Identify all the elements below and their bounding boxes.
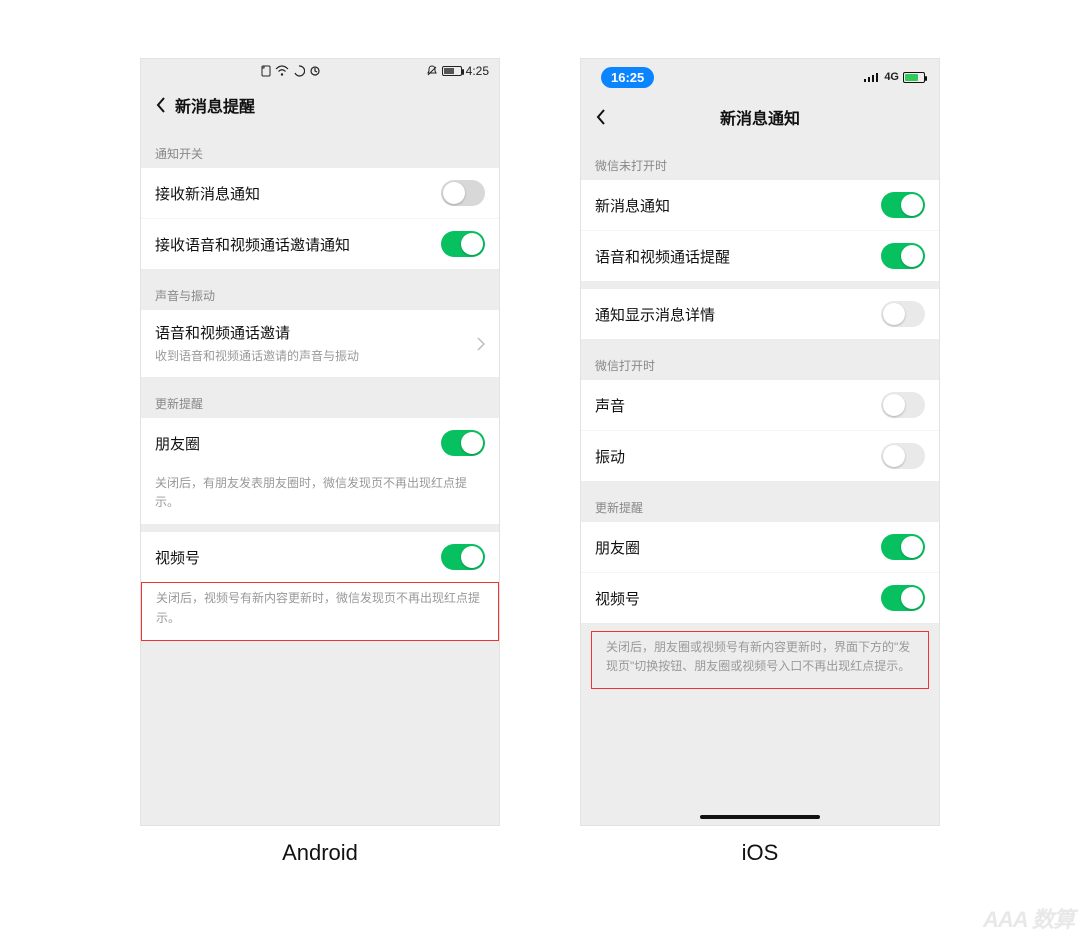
caption-ios: iOS (580, 840, 940, 866)
home-indicator (700, 815, 820, 819)
desc-moments: 关闭后，有朋友发表朋友圈时，微信发现页不再出现红点提示。 (141, 468, 499, 524)
toggle-sound[interactable] (881, 392, 925, 418)
row-label: 视频号 (595, 588, 640, 609)
dnd-icon (426, 65, 438, 77)
row-detail[interactable]: 通知显示消息详情 (581, 289, 939, 339)
android-status-left (261, 65, 321, 77)
android-status-right: 4:25 (426, 64, 489, 78)
row-vibrate[interactable]: 振动 (581, 430, 939, 481)
row-label: 语音和视频通话提醒 (595, 246, 730, 267)
row-label: 声音 (595, 395, 625, 416)
refresh-icon (309, 65, 321, 77)
row-label: 通知显示消息详情 (595, 304, 715, 325)
ios-status-right: 4G (864, 71, 925, 83)
toggle-vibrate[interactable] (881, 443, 925, 469)
sim-icon (261, 65, 271, 77)
ios-status-bar: 16:25 4G (581, 59, 939, 95)
group-update: 朋友圈 关闭后，有朋友发表朋友圈时，微信发现页不再出现红点提示。 (141, 418, 499, 524)
page-title: 新消息提醒 (175, 93, 255, 117)
desc-footer-ios: 关闭后，朋友圈或视频号有新内容更新时，界面下方的"发现页"切换按钮、朋友圈或视频… (591, 631, 929, 689)
row-receive-msg[interactable]: 接收新消息通知 (141, 168, 499, 218)
group-update-ios: 朋友圈 视频号 (581, 522, 939, 623)
signal-icon (864, 72, 880, 82)
android-phone-column: 4:25 新消息提醒 通知开关 接收新消息通知 接收语音和视频通话邀请通知 (140, 58, 500, 866)
ios-phone-column: 16:25 4G 新消息通知 微信未打开时 新消息通知 (580, 58, 940, 866)
network-label: 4G (884, 71, 899, 83)
android-navbar: 新消息提醒 (141, 83, 499, 127)
toggle-detail[interactable] (881, 301, 925, 327)
battery-icon (903, 72, 925, 83)
back-button[interactable] (151, 97, 171, 113)
row-label: 振动 (595, 446, 625, 467)
row-new-msg[interactable]: 新消息通知 (581, 180, 939, 230)
row-label: 接收新消息通知 (155, 183, 260, 204)
toggle-channels[interactable] (441, 544, 485, 570)
desc-channels: 关闭后，视频号有新内容更新时，微信发现页不再出现红点提示。 (141, 582, 499, 640)
section-header-closed: 微信未打开时 (581, 139, 939, 180)
wifi-icon (275, 65, 289, 77)
toggle-new-msg[interactable] (881, 192, 925, 218)
row-sublabel: 收到语音和视频通话邀请的声音与振动 (155, 347, 467, 365)
android-status-bar: 4:25 (141, 59, 499, 83)
toggle-call[interactable] (881, 243, 925, 269)
section-header-update: 更新提醒 (581, 481, 939, 522)
group-sound: 语音和视频通话邀请 收到语音和视频通话邀请的声音与振动 (141, 310, 499, 377)
row-moments-ios[interactable]: 朋友圈 (581, 522, 939, 572)
group-closed: 新消息通知 语音和视频通话提醒 (581, 180, 939, 281)
row-label: 视频号 (155, 547, 200, 568)
swirl-icon (293, 65, 305, 77)
android-phone: 4:25 新消息提醒 通知开关 接收新消息通知 接收语音和视频通话邀请通知 (140, 58, 500, 826)
page-title: 新消息通知 (581, 105, 939, 129)
row-call-invite[interactable]: 语音和视频通话邀请 收到语音和视频通话邀请的声音与振动 (141, 310, 499, 377)
row-channels-ios[interactable]: 视频号 (581, 572, 939, 623)
ios-status-time: 16:25 (601, 67, 654, 88)
section-header-notify: 通知开关 (141, 127, 499, 168)
row-label: 朋友圈 (155, 433, 200, 454)
row-label: 朋友圈 (595, 537, 640, 558)
chevron-right-icon (477, 337, 485, 351)
group-channels: 视频号 关闭后，视频号有新内容更新时，微信发现页不再出现红点提示。 (141, 532, 499, 640)
watermark: AAA 数算 (983, 902, 1074, 934)
group-open: 声音 振动 (581, 380, 939, 481)
section-header-open: 微信打开时 (581, 339, 939, 380)
toggle-channels-ios[interactable] (881, 585, 925, 611)
row-label: 新消息通知 (595, 195, 670, 216)
toggle-receive-msg[interactable] (441, 180, 485, 206)
group-notify: 接收新消息通知 接收语音和视频通话邀请通知 (141, 168, 499, 269)
ios-navbar: 新消息通知 (581, 95, 939, 139)
ios-phone: 16:25 4G 新消息通知 微信未打开时 新消息通知 (580, 58, 940, 826)
toggle-moments-ios[interactable] (881, 534, 925, 560)
section-header-update: 更新提醒 (141, 377, 499, 418)
group-detail: 通知显示消息详情 (581, 289, 939, 339)
caption-android: Android (140, 840, 500, 866)
row-channels[interactable]: 视频号 (141, 532, 499, 582)
row-receive-call[interactable]: 接收语音和视频通话邀请通知 (141, 218, 499, 269)
row-sound[interactable]: 声音 (581, 380, 939, 430)
battery-icon (442, 66, 462, 76)
android-status-time: 4:25 (466, 64, 489, 78)
section-header-sound: 声音与振动 (141, 269, 499, 310)
toggle-receive-call[interactable] (441, 231, 485, 257)
row-label: 语音和视频通话邀请 (155, 322, 467, 343)
row-call[interactable]: 语音和视频通话提醒 (581, 230, 939, 281)
row-moments[interactable]: 朋友圈 (141, 418, 499, 468)
row-label: 接收语音和视频通话邀请通知 (155, 234, 350, 255)
toggle-moments[interactable] (441, 430, 485, 456)
